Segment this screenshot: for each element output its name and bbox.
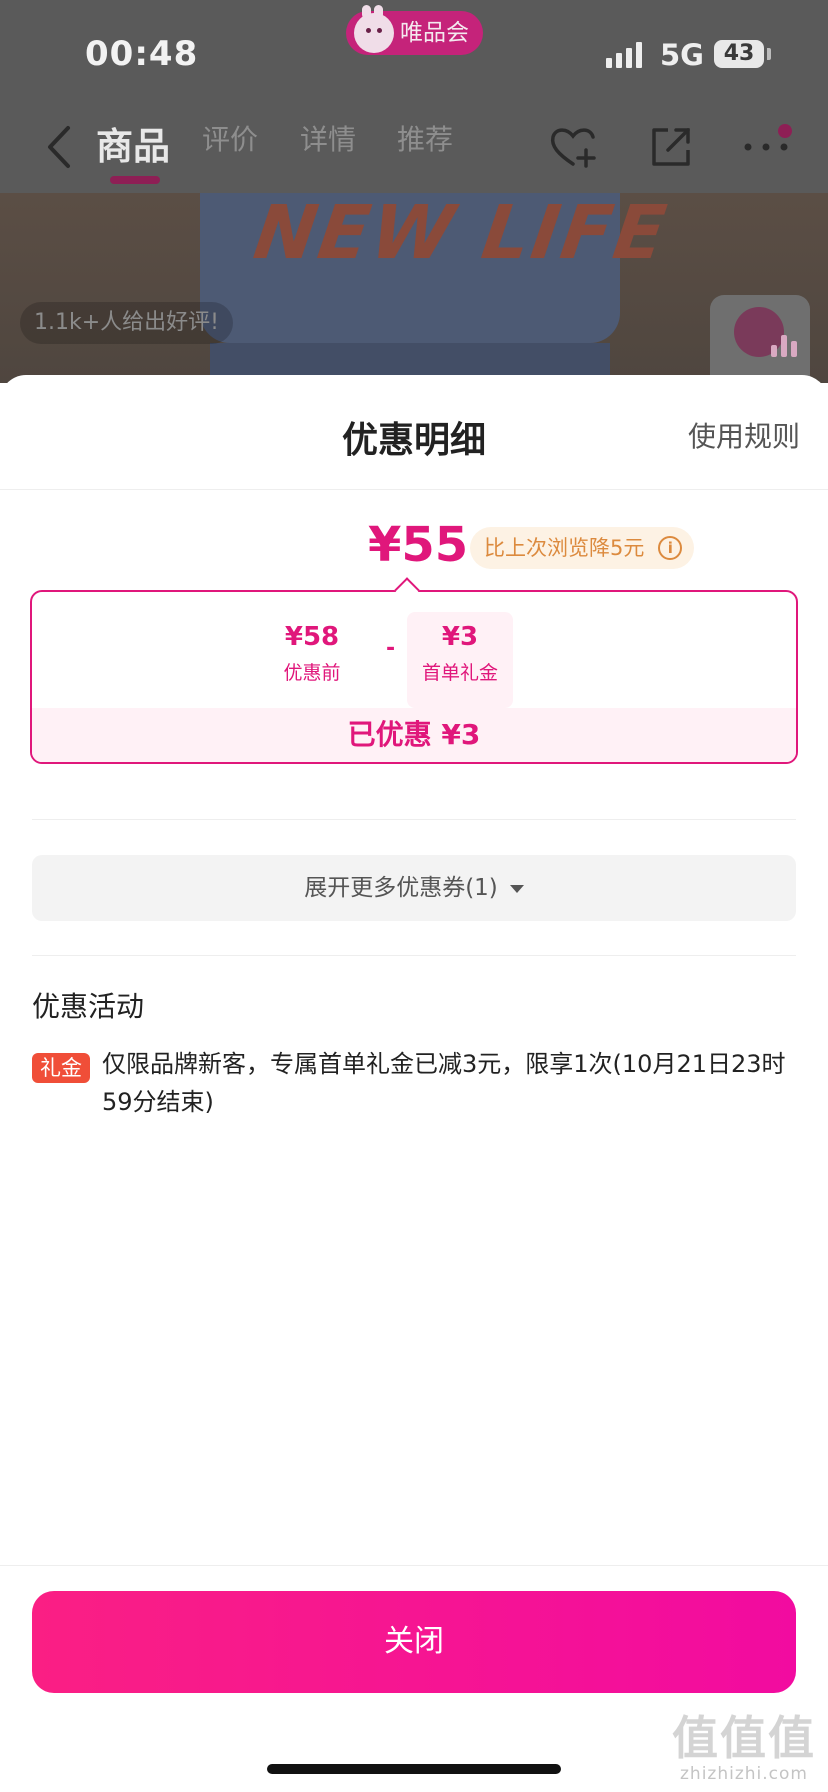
coupon-divider [32,955,796,956]
gift-amount: ¥3 [441,622,479,652]
notification-dot [778,124,792,138]
battery-icon: 43 [714,40,764,68]
footer-divider [0,1565,828,1566]
original-amount: ¥58 [284,622,340,652]
app-name: 唯品会 [400,20,469,46]
status-time: 00:48 [85,34,199,74]
minus-sign: - [386,636,396,661]
gift-money-item: ¥3 首单礼金 [407,612,513,708]
calc-divider [32,819,796,820]
screen: NEW LIFE 1.1k+人给出好评! 00:48 唯品会 5G 43 商品 … [0,0,828,1792]
original-price: ¥58 优惠前 [272,622,352,685]
expand-coupons-button[interactable]: 展开更多优惠券(1) [32,855,796,921]
watermark: 值值值 zhizhizhi.com [672,1702,816,1784]
back-icon[interactable] [42,122,78,172]
close-button[interactable]: 关闭 [32,1591,796,1693]
caret-down-icon [509,884,524,893]
tab-indicator [110,176,160,184]
usage-rules-link[interactable]: 使用规则 [688,415,800,455]
header-divider [0,489,828,490]
watermark-logo: 值值值 [672,1711,816,1765]
network-type: 5G [660,38,704,72]
signal-icon [606,42,646,68]
review-badge: 1.1k+人给出好评! [20,302,233,344]
bar-chart-icon [734,307,797,357]
discount-detail-sheet: 优惠明细 使用规则 ¥55 比上次浏览降5元 i ¥58 优惠前 - ¥3 首单… [0,375,828,1792]
watermark-url: zhizhizhi.com [680,1764,808,1784]
tab-reviews[interactable]: 评价 [202,118,258,158]
price-drop-badge: 比上次浏览降5元 i [470,527,695,569]
sweater-print: NEW LIFE [248,190,673,276]
mascot-icon [354,13,394,53]
activity-section-title: 优惠活动 [32,990,145,1023]
share-icon[interactable] [648,124,694,170]
gift-money: ¥3 首单礼金 [407,622,513,685]
final-price: ¥55 [368,517,469,573]
heart-plus-icon[interactable] [548,122,598,172]
battery-tip [767,48,771,60]
price-drop-text: 比上次浏览降5元 [484,536,645,560]
expand-coupons-label: 展开更多优惠券(1) [304,875,498,901]
tab-recommend[interactable]: 推荐 [397,118,453,158]
gift-label: 首单礼金 [421,662,498,684]
activity-description: 仅限品牌新客，专属首单礼金已减3元，限享1次(10月21日23时59分结束) [102,1050,786,1116]
app-pill[interactable]: 唯品会 [346,5,483,55]
price-calculation: ¥58 优惠前 - ¥3 首单礼金 已优惠 ¥3 [30,590,798,764]
original-label: 优惠前 [283,662,341,684]
tab-details[interactable]: 详情 [300,118,356,158]
total-saved: 已优惠 ¥3 [32,708,796,762]
info-icon[interactable]: i [658,536,683,560]
home-indicator[interactable] [267,1764,561,1774]
more-icon[interactable] [742,142,792,152]
tab-product[interactable]: 商品 [96,116,170,170]
gift-tag: 礼金 [32,1053,90,1083]
